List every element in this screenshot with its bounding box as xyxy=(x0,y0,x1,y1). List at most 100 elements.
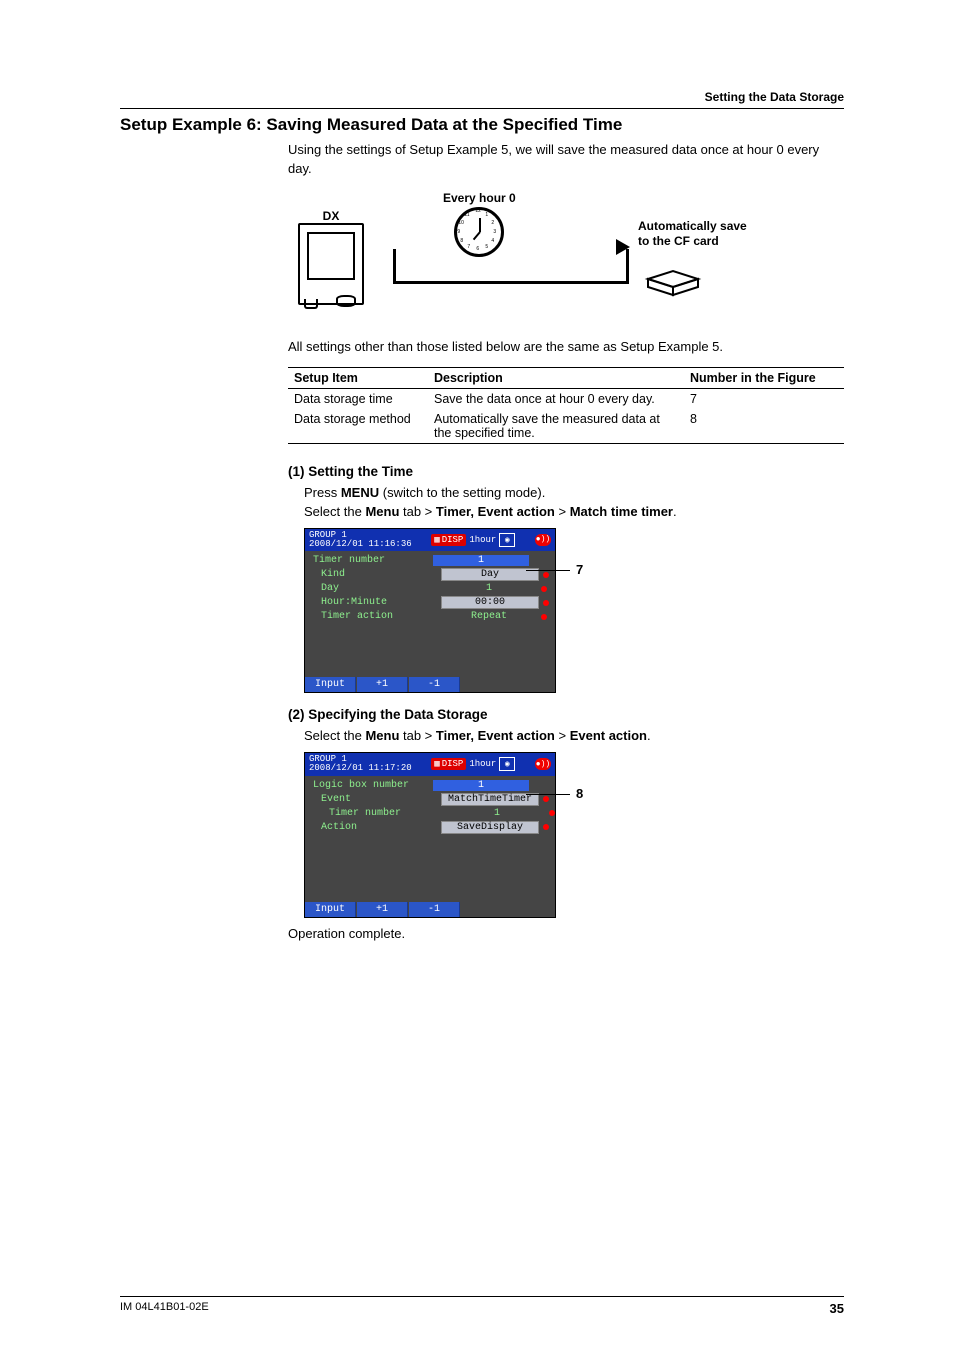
row-value: SaveDisplay xyxy=(441,821,539,834)
step2-line1: Select the Menu tab > Timer, Event actio… xyxy=(288,726,844,746)
setting-row: Day 1 xyxy=(305,582,555,595)
auto-save-line2: to the CF card xyxy=(638,234,747,250)
section-header: Setting the Data Storage xyxy=(120,90,844,104)
screenshot-event-action: GROUP 1 2008/12/01 11:17:20 ▦DISP 1hour … xyxy=(304,752,556,918)
clock-block: Every hour 0 12 1 2 3 4 5 6 7 8 9 10 11 xyxy=(443,191,516,257)
setting-row: Kind Day xyxy=(305,567,555,582)
indicator-dot xyxy=(543,600,549,606)
screenshot-titlebar: GROUP 1 2008/12/01 11:16:36 ▦DISP 1hour … xyxy=(305,529,555,552)
row-value: 1 xyxy=(433,780,529,791)
table-row: Data storage method Automatically save t… xyxy=(288,409,844,444)
footer-button: Input xyxy=(305,677,356,692)
footer-button: -1 xyxy=(409,902,460,917)
row-value: MatchTimeTimer xyxy=(441,793,539,806)
clock-label: Every hour 0 xyxy=(443,191,516,205)
menu-path: Match time timer xyxy=(570,504,673,519)
page-number: 35 xyxy=(830,1301,844,1316)
clock-tick: 11 xyxy=(464,213,469,218)
dx-device-icon xyxy=(298,223,364,305)
setting-row: Timer number 1 xyxy=(305,554,555,567)
flow-arrow xyxy=(393,249,629,284)
setting-row: Timer number 1 xyxy=(305,807,555,820)
alarm-icon: ●)) xyxy=(535,758,551,770)
text: (switch to the setting mode). xyxy=(379,485,545,500)
menu-path: Event action xyxy=(570,728,647,743)
row-label: Hour:Minute xyxy=(305,597,441,608)
callout-7: 7 xyxy=(576,562,583,577)
camera-icon: ◉ xyxy=(499,757,515,771)
footer-button: Input xyxy=(305,902,356,917)
indicator-dot xyxy=(543,796,549,802)
disp-badge: ▦DISP xyxy=(431,534,466,546)
setting-row: Event MatchTimeTimer xyxy=(305,792,555,807)
text: . xyxy=(647,728,651,743)
cell-item: Data storage time xyxy=(288,388,428,409)
flow-diagram: DX Every hour 0 12 1 2 3 4 5 6 7 xyxy=(288,189,844,324)
row-value: 1 xyxy=(441,583,537,594)
interval-label: 1hour xyxy=(469,759,496,769)
row-value: 1 xyxy=(449,808,545,819)
callout-leader xyxy=(526,794,570,795)
clock-tick: 12 xyxy=(475,209,481,214)
row-label: Action xyxy=(305,822,441,833)
auto-save-label: Automatically save to the CF card xyxy=(638,219,747,250)
row-label: Kind xyxy=(305,569,441,580)
intro-paragraph: Using the settings of Setup Example 5, w… xyxy=(288,141,844,179)
screenshot-title-mid: ▦DISP 1hour ◉ xyxy=(431,757,515,771)
col-setup-item: Setup Item xyxy=(288,367,428,388)
step1-line1: Press MENU (switch to the setting mode). xyxy=(288,483,844,503)
cf-card-icon xyxy=(643,269,703,302)
text: Select the xyxy=(304,504,365,519)
page-footer: IM 04L41B01-02E 35 xyxy=(120,1296,844,1316)
menu-path: Timer, Event action xyxy=(436,504,555,519)
clock-tick: 2 xyxy=(491,221,494,226)
dx-label: DX xyxy=(298,209,364,223)
setting-row: Logic box number 1 xyxy=(305,779,555,792)
footer-button: +1 xyxy=(357,677,408,692)
row-value: 1 xyxy=(433,555,529,566)
menu-tab: Menu xyxy=(365,504,399,519)
footer-button: -1 xyxy=(409,677,460,692)
setting-row: Timer action Repeat xyxy=(305,610,555,623)
text: Select the xyxy=(304,728,365,743)
indicator-dot xyxy=(543,572,549,578)
step1-line2: Select the Menu tab > Timer, Event actio… xyxy=(288,502,844,522)
setting-row: Hour:Minute 00:00 xyxy=(305,595,555,610)
row-value: 00:00 xyxy=(441,596,539,609)
col-description: Description xyxy=(428,367,684,388)
screenshot-body: Timer number 1 Kind Day Day 1 Hour:M xyxy=(305,551,555,677)
text: Press xyxy=(304,485,341,500)
screenshot-title-left: GROUP 1 2008/12/01 11:17:20 xyxy=(309,755,412,774)
settings-intro: All settings other than those listed bel… xyxy=(288,338,844,357)
cell-item: Data storage method xyxy=(288,409,428,444)
row-label: Timer number xyxy=(305,555,433,566)
clock-tick: 8 xyxy=(460,239,463,244)
camera-icon: ◉ xyxy=(499,533,515,547)
text: . xyxy=(673,504,677,519)
clock-tick: 9 xyxy=(457,230,460,235)
doc-id: IM 04L41B01-02E xyxy=(120,1301,209,1316)
menu-path: Timer, Event action xyxy=(436,728,555,743)
header-rule xyxy=(120,108,844,109)
text: tab > xyxy=(399,728,436,743)
indicator-dot xyxy=(541,614,547,620)
disp-badge: ▦DISP xyxy=(431,758,466,770)
row-label: Event xyxy=(305,794,441,805)
alarm-icon: ●)) xyxy=(535,534,551,546)
page-title: Setup Example 6: Saving Measured Data at… xyxy=(120,115,844,135)
setting-row: Action SaveDisplay xyxy=(305,820,555,835)
timestamp: 2008/12/01 11:16:36 xyxy=(309,540,412,549)
row-value: Day xyxy=(441,568,539,581)
clock-tick: 4 xyxy=(491,239,494,244)
table-header-row: Setup Item Description Number in the Fig… xyxy=(288,367,844,388)
screenshot-title-left: GROUP 1 2008/12/01 11:16:36 xyxy=(309,531,412,550)
indicator-dot xyxy=(541,586,547,592)
screenshot-title-mid: ▦DISP 1hour ◉ xyxy=(431,533,515,547)
callout-leader xyxy=(526,570,570,571)
col-number: Number in the Figure xyxy=(684,367,844,388)
text: > xyxy=(555,504,570,519)
screenshot-time-settings: GROUP 1 2008/12/01 11:16:36 ▦DISP 1hour … xyxy=(304,528,556,694)
step1-heading: (1) Setting the Time xyxy=(288,464,844,479)
cell-desc: Automatically save the measured data at … xyxy=(428,409,684,444)
screenshot-footer: Input +1 -1 xyxy=(305,677,555,692)
